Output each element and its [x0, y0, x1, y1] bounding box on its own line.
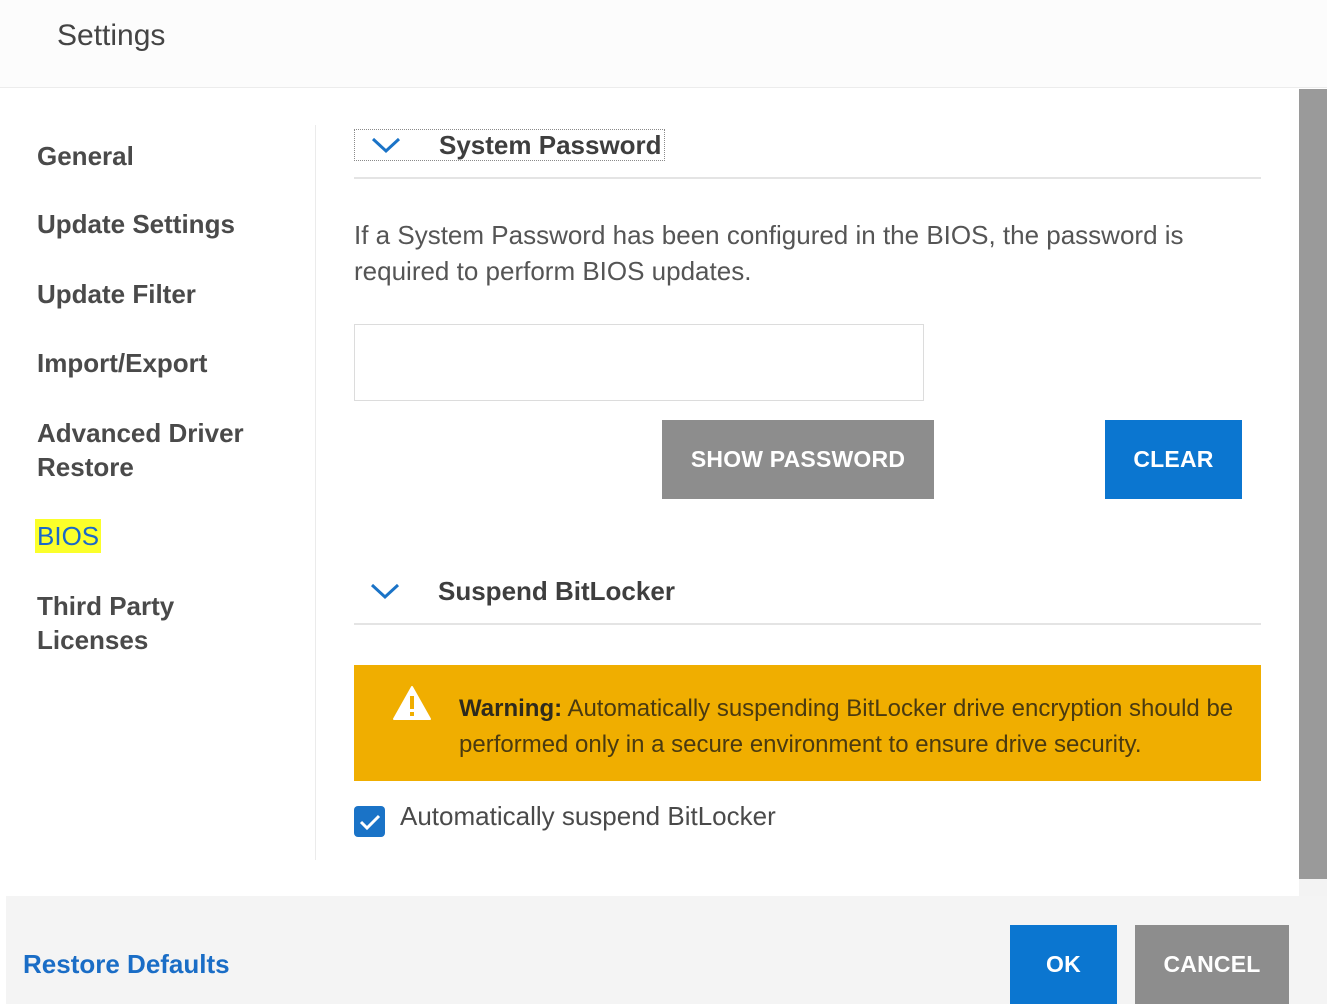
warning-label: Warning:: [459, 695, 563, 722]
nav-item-update-settings[interactable]: Update Settings: [37, 207, 235, 241]
scrollbar-thumb[interactable]: [1299, 89, 1327, 879]
nav-divider: [315, 125, 316, 860]
checkmark-icon: [359, 814, 380, 830]
window-title: Settings: [57, 19, 166, 52]
system-password-toggle[interactable]: System Password: [354, 129, 665, 161]
nav-item-general[interactable]: General: [37, 139, 134, 173]
nav-item-label-line1: Advanced Driver: [37, 418, 244, 448]
auto-suspend-bitlocker-label[interactable]: Automatically suspend BitLocker: [400, 801, 776, 832]
warning-message: Warning: Automatically suspending BitLoc…: [459, 691, 1239, 763]
nav-item-label-line2: Restore: [37, 452, 134, 482]
settings-content: General Update Settings Update Filter Im…: [6, 89, 1299, 896]
nav-item-third-party-licenses[interactable]: Third Party Licenses: [37, 589, 174, 657]
warning-triangle-icon: [393, 686, 431, 720]
dialog-footer: Restore Defaults OK CANCEL: [6, 896, 1327, 1004]
bios-settings-panel: System Password If a System Password has…: [354, 89, 1274, 896]
nav-item-update-filter[interactable]: Update Filter: [37, 277, 196, 311]
bitlocker-warning-banner: Warning: Automatically suspending BitLoc…: [354, 665, 1261, 781]
suspend-bitlocker-header: Suspend BitLocker: [354, 575, 1261, 625]
title-bar: Settings: [0, 0, 1327, 88]
cancel-button[interactable]: CANCEL: [1135, 925, 1289, 1004]
restore-defaults-link[interactable]: Restore Defaults: [23, 949, 230, 980]
ok-button[interactable]: OK: [1010, 925, 1117, 1004]
show-password-button[interactable]: SHOW PASSWORD: [662, 420, 934, 499]
system-password-description: If a System Password has been configured…: [354, 220, 1184, 286]
clear-button[interactable]: CLEAR: [1105, 420, 1242, 499]
auto-suspend-bitlocker-checkbox[interactable]: [354, 806, 385, 837]
suspend-bitlocker-toggle[interactable]: Suspend BitLocker: [354, 575, 675, 607]
suspend-bitlocker-title: Suspend BitLocker: [438, 575, 675, 606]
nav-item-import-export[interactable]: Import/Export: [37, 346, 207, 380]
nav-item-label-line1: Third Party: [37, 591, 175, 621]
warning-body: Automatically suspending BitLocker drive…: [459, 695, 1234, 758]
settings-nav: General Update Settings Update Filter Im…: [6, 89, 316, 896]
nav-item-advanced-driver-restore[interactable]: Advanced Driver Restore: [37, 416, 244, 484]
system-password-input[interactable]: [354, 324, 924, 401]
nav-item-bios[interactable]: BIOS: [35, 519, 102, 553]
chevron-down-icon: [370, 583, 400, 600]
system-password-title: System Password: [439, 129, 662, 160]
system-password-header: System Password: [354, 129, 1261, 179]
nav-item-label-line2: Licenses: [37, 625, 149, 655]
chevron-down-icon: [371, 137, 401, 154]
